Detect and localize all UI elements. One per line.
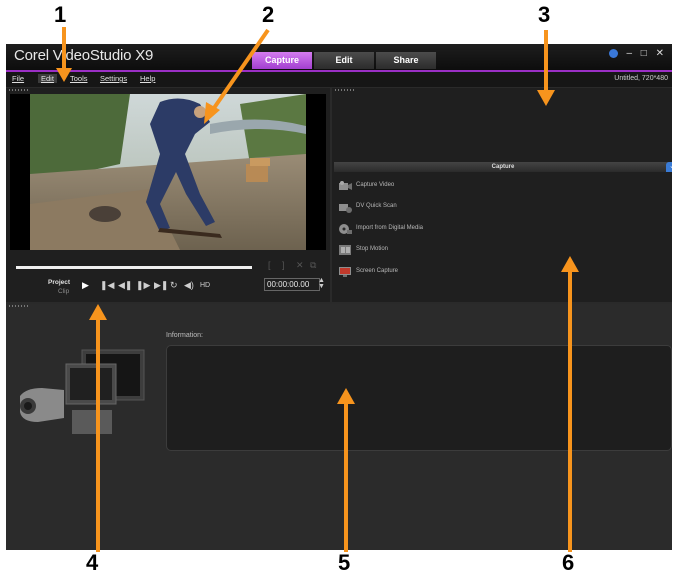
arrow-4-head — [89, 304, 107, 320]
arrow-5-head — [337, 388, 355, 404]
arrow-2 — [212, 28, 270, 110]
callout-arrows — [56, 27, 579, 552]
arrow-3-head — [537, 90, 555, 106]
arrow-6-head — [561, 256, 579, 272]
arrow-1-head — [56, 68, 72, 82]
